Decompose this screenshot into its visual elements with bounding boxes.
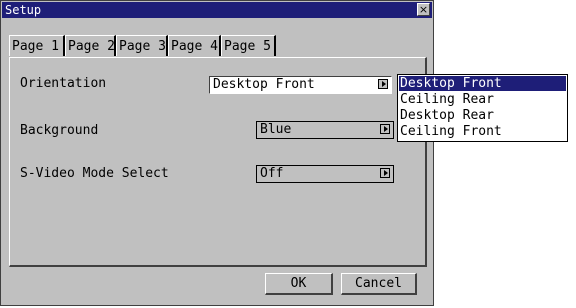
background-label: Background — [20, 123, 99, 138]
orientation-dropdown-list: Desktop Front Ceiling Rear Desktop Rear … — [397, 74, 568, 142]
setup-dialog: Setup × Page 1 Page 2 Page 3 Page 4 Page… — [0, 0, 434, 306]
cancel-button[interactable]: Cancel — [341, 273, 417, 295]
chevron-right-icon[interactable] — [378, 79, 388, 89]
orientation-value: Desktop Front — [213, 77, 315, 92]
tab-page-1[interactable]: Page 1 — [9, 35, 65, 56]
ok-button[interactable]: OK — [265, 273, 333, 295]
chevron-right-icon[interactable] — [380, 168, 390, 178]
tab-page-5[interactable]: Page 5 — [221, 35, 276, 56]
svideo-value: Off — [260, 166, 284, 181]
window-title: Setup — [5, 3, 42, 17]
tab-label: Page 1 — [12, 39, 59, 54]
orientation-select[interactable]: Desktop Front — [209, 76, 392, 94]
chevron-right-icon[interactable] — [380, 124, 390, 134]
dropdown-option-ceiling-front[interactable]: Ceiling Front — [399, 124, 566, 139]
svideo-select[interactable]: Off — [256, 165, 394, 183]
svideo-label: S-Video Mode Select — [20, 166, 169, 181]
tab-label: Page 3 — [119, 39, 166, 54]
background-select[interactable]: Blue — [256, 121, 394, 139]
background-value: Blue — [260, 122, 292, 137]
tab-page-2[interactable]: Page 2 — [65, 35, 116, 56]
tab-page-3[interactable]: Page 3 — [116, 35, 168, 56]
close-icon: × — [418, 3, 429, 16]
title-bar[interactable]: Setup × — [2, 2, 432, 18]
tab-page-4[interactable]: Page 4 — [168, 35, 221, 56]
orientation-label: Orientation — [20, 76, 107, 91]
tab-label: Page 4 — [171, 39, 218, 54]
settings-panel: Orientation Desktop Front Background Blu… — [9, 57, 427, 267]
dropdown-option-desktop-front[interactable]: Desktop Front — [399, 76, 566, 91]
dropdown-option-ceiling-rear[interactable]: Ceiling Rear — [399, 92, 566, 107]
close-button[interactable]: × — [417, 3, 430, 16]
tab-label: Page 2 — [68, 39, 115, 54]
dropdown-option-desktop-rear[interactable]: Desktop Rear — [399, 108, 566, 123]
tab-label: Page 5 — [224, 39, 271, 54]
